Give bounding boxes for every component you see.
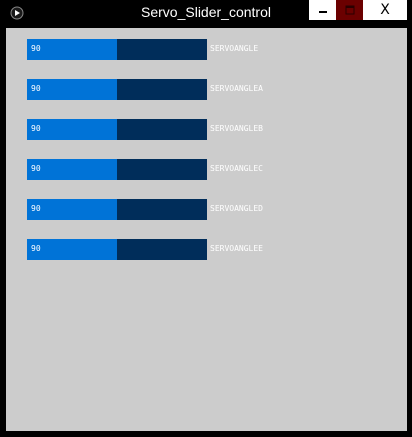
slider-track[interactable]: 90	[27, 239, 207, 260]
slider-value: 90	[31, 124, 41, 133]
slider-value: 90	[31, 164, 41, 173]
minimize-button[interactable]	[309, 0, 336, 20]
slider-label: SERVOANGLE	[210, 44, 259, 53]
slider-label: SERVOANGLED	[210, 204, 263, 213]
slider-row: 90 SERVOANGLEA	[27, 79, 287, 100]
title-bar[interactable]: Servo_Slider_control X	[0, 0, 412, 28]
close-button[interactable]: X	[363, 0, 407, 20]
slider-value: 90	[31, 84, 41, 93]
slider-label: SERVOANGLEE	[210, 244, 263, 253]
slider-value: 90	[31, 204, 41, 213]
slider-label: SERVOANGLEB	[210, 124, 263, 133]
close-icon: X	[380, 2, 390, 18]
slider-track[interactable]: 90	[27, 39, 207, 60]
slider-track[interactable]: 90	[27, 199, 207, 220]
maximize-icon	[345, 5, 354, 15]
slider-row: 90 SERVOANGLEC	[27, 159, 287, 180]
slider-row: 90 SERVOANGLE	[27, 39, 287, 60]
slider-label: SERVOANGLEC	[210, 164, 263, 173]
slider-value: 90	[31, 44, 41, 53]
slider-row: 90 SERVOANGLEE	[27, 239, 287, 260]
slider-value: 90	[31, 244, 41, 253]
slider-track[interactable]: 90	[27, 119, 207, 140]
app-window: Servo_Slider_control X 90 SERVOANGLE 90 SER…	[0, 0, 412, 437]
slider-track[interactable]: 90	[27, 79, 207, 100]
minimize-icon	[318, 11, 327, 13]
maximize-button[interactable]	[336, 0, 363, 20]
slider-row: 90 SERVOANGLED	[27, 199, 287, 220]
app-icon[interactable]	[10, 6, 24, 20]
slider-row: 90 SERVOANGLEB	[27, 119, 287, 140]
slider-label: SERVOANGLEA	[210, 84, 263, 93]
slider-track[interactable]: 90	[27, 159, 207, 180]
sketch-canvas: 90 SERVOANGLE 90 SERVOANGLEA 90 SERVOANGLEB 90…	[6, 28, 407, 431]
